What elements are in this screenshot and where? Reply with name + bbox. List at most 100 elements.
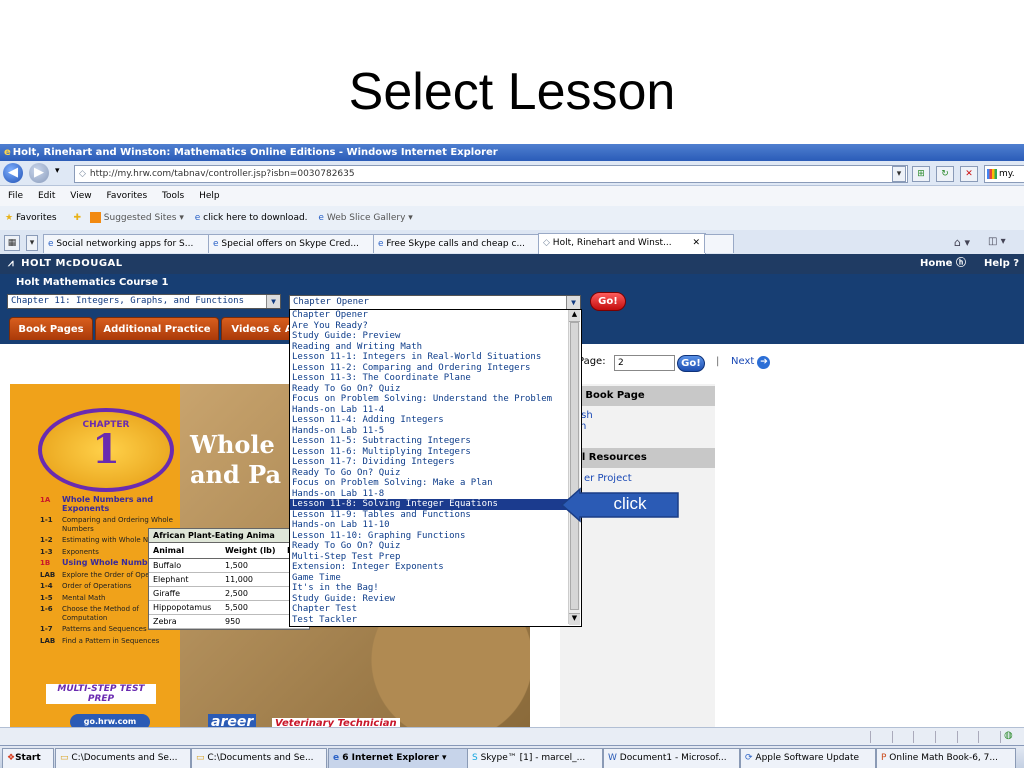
lesson-option[interactable]: Multi-Step Test Prep xyxy=(290,552,581,563)
lesson-option[interactable]: Hands-on Lab 11-8 xyxy=(290,489,581,500)
page-icon: ◇ xyxy=(79,169,86,179)
scroll-up-icon[interactable]: ▲ xyxy=(569,310,580,322)
tab-social[interactable]: e Social networking apps for S... xyxy=(43,234,210,253)
task-explorer-1[interactable]: ▭ C:\Documents and Se... xyxy=(55,748,191,768)
page-input[interactable]: 2 xyxy=(614,355,675,371)
browser-screenshot: e Holt, Rinehart and Winston: Mathematics… xyxy=(0,144,1024,768)
lesson-option[interactable]: Chapter Test xyxy=(290,604,581,615)
tab-skype-offers[interactable]: e Special offers on Skype Cred... xyxy=(208,234,375,253)
start-button[interactable]: ❖Start xyxy=(2,748,54,768)
quick-tabs-icon[interactable]: ▦ xyxy=(4,235,20,251)
new-tab-button[interactable] xyxy=(704,234,734,253)
lesson-option[interactable]: Hands-on Lab 11-4 xyxy=(290,405,581,416)
lesson-option[interactable]: Focus on Problem Solving: Make a Plan xyxy=(290,478,581,489)
lesson-option[interactable]: Lesson 11-7: Dividing Integers xyxy=(290,457,581,468)
address-bar[interactable]: ◇ http://my.hrw.com/tabnav/controller.jsp… xyxy=(74,165,908,183)
lesson-option[interactable]: Hands-on Lab 11-5 xyxy=(290,426,581,437)
lesson-option[interactable]: Chapter Opener xyxy=(290,310,581,321)
chapter-select[interactable]: Chapter 11: Integers, Graphs, and Functi… xyxy=(7,294,281,309)
lesson-option[interactable]: Lesson 11-2: Comparing and Ordering Inte… xyxy=(290,363,581,374)
lesson-option[interactable]: Lesson 11-10: Graphing Functions xyxy=(290,531,581,542)
window-title-bar: e Holt, Rinehart and Winston: Mathematics… xyxy=(0,144,1024,161)
table-cell: Zebra xyxy=(153,617,177,626)
compat-view-icon[interactable]: ⊞ xyxy=(912,166,930,182)
download-link[interactable]: click here to download. xyxy=(203,213,307,223)
lesson-option[interactable]: Ready To Go On? Quiz xyxy=(290,468,581,479)
toc-number: 1-6 xyxy=(40,605,53,613)
address-dropdown-icon[interactable]: ▾ xyxy=(892,166,906,182)
lesson-option[interactable]: Test Tackler xyxy=(290,615,581,626)
lesson-option[interactable]: Lesson 11-1: Integers in Real-World Situ… xyxy=(290,352,581,363)
table-header: Animal xyxy=(153,546,185,555)
next-link[interactable]: Next ➔ xyxy=(731,356,771,369)
status-bar: ◍ xyxy=(0,727,1024,746)
chevron-down-icon: ▼ xyxy=(266,295,280,308)
lesson-select[interactable]: Chapter Opener ▼ xyxy=(289,295,581,310)
favorites-star-icon: ★ xyxy=(5,213,14,223)
lesson-option[interactable]: Extension: Integer Exponents xyxy=(290,562,581,573)
lesson-option[interactable]: Lesson 11-6: Multiplying Integers xyxy=(290,447,581,458)
help-link[interactable]: Help ? xyxy=(984,254,1019,274)
lesson-option[interactable]: Study Guide: Preview xyxy=(290,331,581,342)
lesson-option[interactable]: Lesson 11-9: Tables and Functions xyxy=(290,510,581,521)
lesson-option[interactable]: Lesson 11-4: Adding Integers xyxy=(290,415,581,426)
back-button[interactable]: ◀ xyxy=(3,163,23,183)
tab-list-icon[interactable]: ▾ xyxy=(26,235,38,251)
lesson-dropdown-list[interactable]: Chapter Opener Are You Ready? Study Guide:… xyxy=(289,309,582,627)
recent-pages-icon[interactable]: ▾ xyxy=(55,166,60,176)
lesson-option-selected[interactable]: Lesson 11-8: Solving Integer Equations xyxy=(290,499,581,510)
task-powerpoint[interactable]: P Online Math Book-6, 7... xyxy=(876,748,1016,768)
lesson-option[interactable]: It's in the Bag! xyxy=(290,583,581,594)
page-go-button[interactable]: Go! xyxy=(677,355,705,372)
lesson-option[interactable]: Ready To Go On? Quiz xyxy=(290,541,581,552)
lesson-option[interactable]: Hands-on Lab 11-10 xyxy=(290,520,581,531)
task-ie[interactable]: e 6 Internet Explorer ▾ xyxy=(328,748,468,768)
tab-holt[interactable]: ◇ Holt, Rinehart and Winst... ✕ xyxy=(538,233,706,254)
suggested-sites-link[interactable]: Suggested Sites ▾ xyxy=(104,213,184,223)
task-word[interactable]: W Document1 - Microsof... xyxy=(603,748,740,768)
stop-icon[interactable]: ✕ xyxy=(960,166,978,182)
close-tab-icon[interactable]: ✕ xyxy=(692,234,700,252)
task-apple-update[interactable]: ⟳ Apple Software Update xyxy=(740,748,876,768)
lesson-option[interactable]: Ready To Go On? Quiz xyxy=(290,384,581,395)
home-icon[interactable]: ⌂ ▾ xyxy=(954,236,970,249)
menu-edit[interactable]: Edit xyxy=(38,191,55,201)
windows-logo-icon: ❖ xyxy=(7,753,16,763)
tab-book-pages[interactable]: Book Pages xyxy=(9,317,93,341)
lesson-option[interactable]: Study Guide: Review xyxy=(290,594,581,605)
feeds-icon[interactable]: ◫ ▾ xyxy=(988,236,1006,247)
menu-favorites[interactable]: Favorites xyxy=(106,191,147,201)
tab-additional-practice[interactable]: Additional Practice xyxy=(95,317,219,341)
lesson-option[interactable]: Lesson 11-5: Subtracting Integers xyxy=(290,436,581,447)
menu-view[interactable]: View xyxy=(70,191,91,201)
task-label: Apple Software Update xyxy=(755,753,860,763)
page-label: Page: xyxy=(578,356,606,367)
scroll-thumb[interactable] xyxy=(570,322,579,610)
lesson-option[interactable]: Focus on Problem Solving: Understand the… xyxy=(290,394,581,405)
tab-free-skype[interactable]: e Free Skype calls and cheap c... xyxy=(373,234,540,253)
google-icon xyxy=(987,169,997,179)
lesson-option[interactable]: Reading and Writing Math xyxy=(290,342,581,353)
task-explorer-2[interactable]: ▭ C:\Documents and Se... xyxy=(191,748,327,768)
search-provider-label: my. xyxy=(999,169,1015,179)
go-button[interactable]: Go! xyxy=(590,292,626,311)
search-box[interactable]: my. xyxy=(984,165,1024,183)
lesson-option[interactable]: Are You Ready? xyxy=(290,321,581,332)
project-link[interactable]: er Project xyxy=(584,473,632,484)
home-link[interactable]: Home ⓗ xyxy=(920,254,966,274)
menu-help[interactable]: Help xyxy=(199,191,220,201)
lesson-option[interactable]: Lesson 11-3: The Coordinate Plane xyxy=(290,373,581,384)
menu-tools[interactable]: Tools xyxy=(162,191,184,201)
add-favorites-icon[interactable]: ✚ xyxy=(73,213,81,223)
task-skype[interactable]: S Skype™ [1] - marcel_... xyxy=(467,748,603,768)
web-slice-link[interactable]: Web Slice Gallery ▾ xyxy=(327,213,413,223)
menu-file[interactable]: File xyxy=(8,191,23,201)
forward-button[interactable]: ▶ xyxy=(29,163,49,183)
separator: | xyxy=(716,356,720,367)
refresh-icon[interactable]: ↻ xyxy=(936,166,954,182)
scroll-down-icon[interactable]: ▼ xyxy=(569,613,580,625)
favorites-button[interactable]: Favorites xyxy=(16,213,57,223)
dropdown-scrollbar[interactable]: ▲ ▼ xyxy=(568,310,580,625)
skype-icon: S xyxy=(472,753,481,763)
lesson-option[interactable]: Game Time xyxy=(290,573,581,584)
